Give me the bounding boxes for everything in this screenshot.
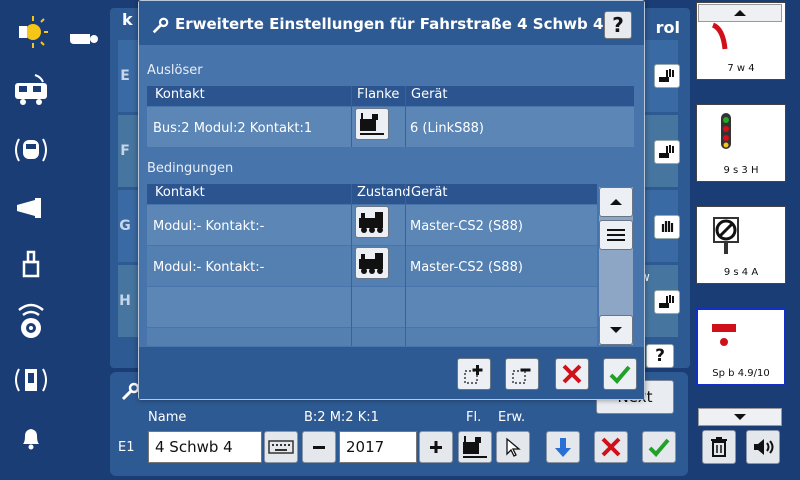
accessory-caption: 9 s 4 A [723,267,759,278]
speaker-button[interactable] [746,430,780,464]
column-separator [351,184,352,346]
help-icon[interactable]: ? [646,344,674,368]
condition-contact-cell: Modul:- Kontakt:- [153,260,265,275]
accessory-card[interactable]: 9 s 3 H [696,104,786,182]
fl-label: Fl. [466,410,482,425]
hand-train-icon[interactable] [654,140,680,164]
signal-device-icon[interactable] [8,360,54,400]
cursor-button[interactable] [496,431,530,463]
conditions-table-header: Kontakt Zustand Gerät [147,184,597,204]
row-label: H [119,293,131,309]
accessory-caption: Sp b 4.9/10 [712,368,770,379]
condition-row[interactable]: Modul:- Kontakt:- Master-CS2 (S88) [147,205,597,245]
conditions-section-label: Bedingungen [147,161,234,176]
locomotive-edge-icon[interactable] [355,108,389,140]
condition-contact-cell: Modul:- Kontakt:- [153,219,265,234]
locomotive-wireless-icon[interactable] [8,70,54,110]
shunting-signal-icon [713,217,739,254]
scroll-up-button[interactable] [599,187,633,217]
advanced-settings-dialog: Erweiterte Einstellungen für Fahrstraße … [138,0,645,400]
header-device: Gerät [411,87,448,102]
dialog-help-button[interactable]: ? [604,11,632,39]
header-state: Zustand [357,185,411,200]
light-icon[interactable] [8,12,54,52]
accessory-card[interactable]: 9 s 4 A [696,206,786,284]
condition-device-cell: Master-CS2 (S88) [410,260,523,275]
delete-button[interactable] [594,431,628,463]
coupling-icon[interactable] [8,244,54,284]
dialog-header: Erweiterte Einstellungen für Fahrstraße … [139,1,644,45]
triggers-table-header: Kontakt Flanke Gerät [147,86,634,106]
window-title: k [122,10,133,29]
ok-button[interactable] [603,358,637,390]
window-title-right: rol [655,18,680,37]
column-separator [351,86,352,147]
right-panel: 7 w 4 9 s 3 H 9 s 4 A Sp b 4.9/10 [690,0,800,480]
accessory-card-selected[interactable]: Sp b 4.9/10 [696,308,786,386]
left-sidebar [0,0,62,480]
header-edge: Flanke [357,87,400,102]
header-contact: Kontakt [155,87,205,102]
name-input[interactable]: 4 Schwb 4 [148,431,262,463]
whistle-icon[interactable] [68,30,100,48]
row-label: F [120,143,130,159]
dialog-footer [139,347,644,399]
scroll-down-button[interactable] [599,315,633,345]
row-label: E [120,68,130,84]
locomotive-state-icon[interactable] [355,206,389,238]
number-input[interactable]: 2017 [339,431,417,463]
bell-icon[interactable] [8,418,54,458]
name-label: Name [148,410,187,425]
header-contact: Kontakt [155,185,205,200]
hand-icon[interactable] [654,215,680,239]
increment-button[interactable] [419,431,453,463]
horn-icon[interactable] [8,188,54,228]
cancel-button[interactable] [555,358,589,390]
condition-device-cell: Master-CS2 (S88) [410,219,523,234]
locomotive-state-icon[interactable] [355,247,389,279]
remove-row-button[interactable] [505,358,539,390]
confirm-button[interactable] [642,431,676,463]
scroll-up-button-overlay[interactable] [698,4,782,22]
keyboard-button[interactable] [264,431,298,463]
row-label: G [119,218,131,234]
hand-train-icon[interactable] [654,64,680,88]
accessory-caption: 9 s 3 H [723,165,759,176]
add-row-button[interactable] [457,358,491,390]
scroll-thumb-icon[interactable] [599,220,633,250]
move-down-button[interactable] [546,431,580,463]
sound-radio-icon[interactable] [8,300,54,340]
triggers-table-row[interactable]: Bus:2 Modul:2 Kontakt:1 6 (LinkS88) [147,107,634,147]
decrement-button[interactable] [302,431,336,463]
signal-icon [721,113,731,149]
condition-row[interactable] [147,287,597,327]
header-device: Gerät [411,185,448,200]
track-block-icon [712,324,736,346]
trash-button[interactable] [702,430,736,464]
locomotive-edge-button[interactable] [458,431,492,463]
erw-label: Erw. [498,410,526,425]
trigger-device-cell: 6 (LinkS88) [410,121,484,136]
trigger-contact-cell: Bus:2 Modul:2 Kontakt:1 [153,121,313,136]
turnout-icon [711,22,728,50]
scroll-down-button[interactable] [698,408,782,426]
wrench-icon [151,17,169,35]
hand-train-icon[interactable] [654,290,680,314]
condition-row[interactable]: Modul:- Kontakt:- Master-CS2 (S88) [147,246,597,286]
train-signal-icon[interactable] [8,130,54,170]
wrench-icon [120,382,140,402]
column-separator [405,86,406,147]
dialog-title: Erweiterte Einstellungen für Fahrstraße … [175,15,604,33]
address-label: B:2 M:2 K:1 [304,410,379,425]
condition-row[interactable] [147,328,597,346]
row-id-label: E1 [118,440,135,455]
column-separator [405,184,406,346]
accessory-caption: 7 w 4 [727,63,755,74]
triggers-section-label: Auslöser [147,63,203,78]
